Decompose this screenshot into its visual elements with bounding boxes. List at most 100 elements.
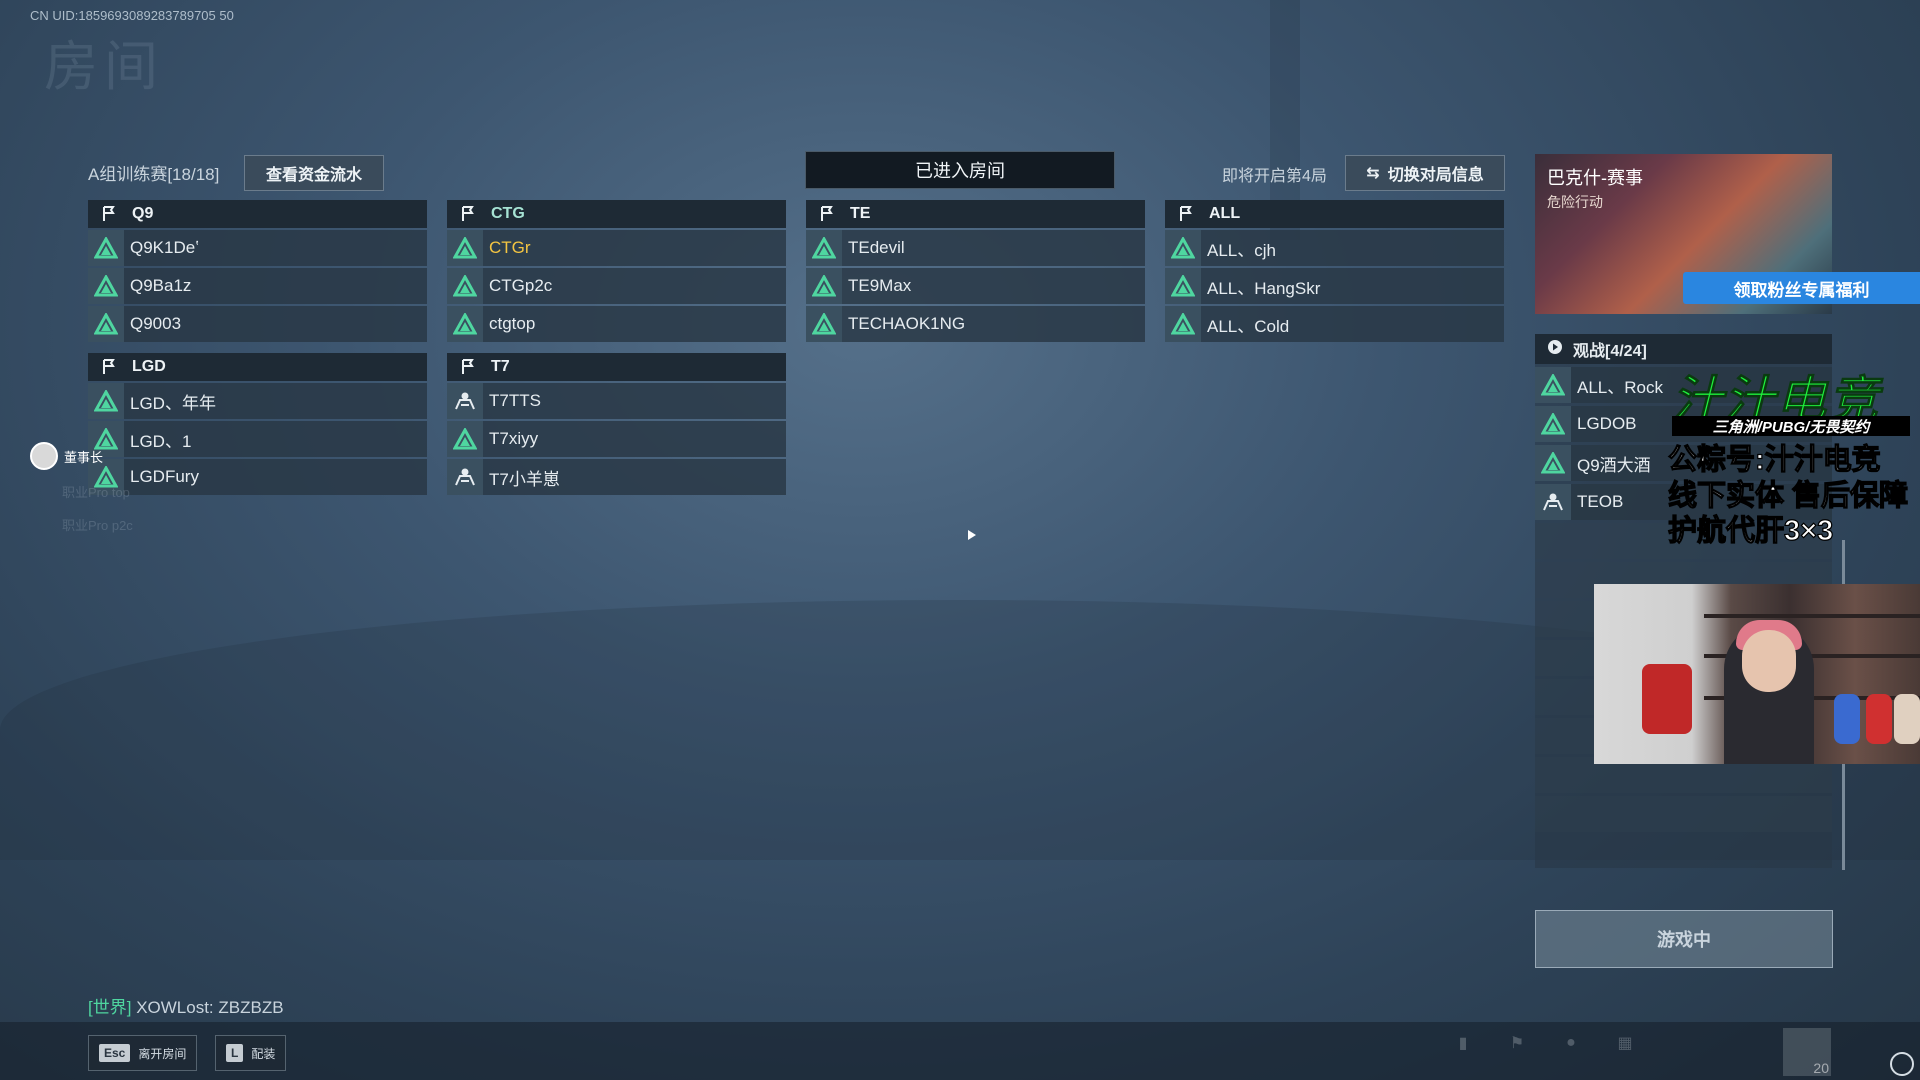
spectator-name: LGDOB [1577,414,1637,433]
team-name: LGD [132,358,166,375]
mouse-cursor [968,530,976,540]
player-name: TE9Max [848,276,912,295]
player-row[interactable]: Q9K1Deʽ [88,230,427,266]
rank-icon [447,230,483,266]
player-row[interactable]: ALL、HangSkr [1165,268,1504,304]
fan-benefit-button[interactable]: 领取粉丝专属福利 [1683,272,1920,304]
player-name: T7xiyy [489,429,539,448]
player-name: LGD、年年 [130,393,216,413]
team-q9: Q9 Q9K1Deʽ Q9Ba1z Q9003 [88,200,427,342]
player-row[interactable]: T7xiyy [447,421,786,457]
spectator-name: ALL、Rock [1577,377,1663,397]
rank-icon [1535,406,1571,442]
faint-room-title: 房间 [44,37,164,97]
figurine [1894,694,1920,744]
team-header: ALL [1165,200,1504,228]
player-name: CTGr [489,238,531,257]
rank-icon [1165,230,1201,266]
thumb-count: 20 [1813,1060,1829,1076]
settings-icon[interactable] [1890,1052,1914,1076]
player-row[interactable]: ALL、cjh [1165,230,1504,266]
player-name: LGD、1 [130,431,192,451]
rank-icon [447,421,483,457]
in-game-button[interactable]: 游戏中 [1535,910,1833,968]
team-name: TE [850,205,871,222]
team-lgd: LGD LGD、年年 LGD、1 LGDFury [88,353,427,495]
rank-icon [806,306,842,342]
uid-text: CN UID:1859693089283789705 50 [30,8,234,23]
rank-icon [806,230,842,266]
team-header: CTG [447,200,786,228]
rank-icon [88,306,124,342]
rank-icon [88,230,124,266]
host-name: 董事长 [64,449,104,465]
swap-icon: ⇆ [1366,165,1380,182]
team-header: TE [806,200,1145,228]
player-row[interactable]: TE9Max [806,268,1145,304]
player-row[interactable]: TEdevil [806,230,1145,266]
flag-icon [461,359,479,375]
stream-ad-line: 护航代肝3×3 [1667,514,1834,547]
rank-icon [88,268,124,304]
team-ctg: CTG CTGr CTGp2c ctgtop [447,200,786,342]
gamepad-icon [447,459,483,495]
hint-label: 配装 [251,1046,276,1061]
gamepad-icon [447,383,483,419]
player-name: ctgtop [489,314,536,333]
team-name: CTG [491,205,525,222]
loadout-hint[interactable]: L 配装 [215,1035,287,1071]
rank-icon [1165,306,1201,342]
player-row[interactable]: Q9Ba1z [88,268,427,304]
team-te: TE TEdevil TE9Max TECHAOK1NG [806,200,1145,342]
hint-label: 离开房间 [138,1046,187,1061]
promo-subtitle: 危险行动 [1547,194,1603,210]
player-row[interactable]: LGDFury [88,459,427,495]
leave-room-hint[interactable]: Esc 离开房间 [88,1035,198,1071]
player-row[interactable]: T7TTS [447,383,786,419]
team-name: T7 [491,358,510,375]
player-name: ALL、HangSkr [1207,278,1321,298]
spectator-name: Q9酒大酒 [1577,455,1651,475]
switch-match-info-label: 切换对局信息 [1387,167,1484,184]
rank-icon [1165,268,1201,304]
figurine [1834,694,1860,744]
player-row[interactable]: CTGp2c [447,268,786,304]
rank-icon [1535,367,1571,403]
shelf [1704,614,1920,618]
player-row[interactable]: T7小羊崽 [447,459,786,495]
team-all: ALL ALL、cjh ALL、HangSkr ALL、Cold [1165,200,1504,342]
player-name: LGDFury [130,467,199,486]
flag-icon: ⚑ [1509,1035,1525,1052]
player-name: TECHAOK1NG [848,314,966,333]
status-icons: ▮ ⚑ ● ▦ [1450,1030,1638,1056]
gamepad-icon [1535,484,1571,520]
ghost-row: 职业Pro top [62,485,130,500]
entered-room-banner: 已进入房间 [805,151,1115,189]
player-row[interactable]: TECHAOK1NG [806,306,1145,342]
stream-ad-sub: 三角洲/PUBG/无畏契约 [1672,416,1910,436]
map-thumbnail[interactable]: 20 [1783,1028,1831,1076]
team-header: Q9 [88,200,427,228]
chat-message: XOWLost: ZBZBZB [136,998,284,1017]
switch-match-info-button[interactable]: ⇆ 切换对局信息 [1345,155,1505,191]
team-name: Q9 [132,205,154,222]
person-icon: ● [1566,1034,1576,1051]
player-row[interactable]: Q9003 [88,306,427,342]
player-name: CTGp2c [489,276,553,295]
key-cap: Esc [99,1044,131,1062]
view-fund-flow-button[interactable]: 查看资金流水 [244,155,384,191]
player-row-self[interactable]: CTGr [447,230,786,266]
avatar [30,442,58,470]
player-name: Q9003 [130,314,182,333]
figurine [1866,694,1892,744]
player-row[interactable]: ctgtop [447,306,786,342]
player-row[interactable]: LGD、年年 [88,383,427,419]
rank-icon [447,268,483,304]
player-name: ALL、Cold [1207,316,1290,336]
player-row[interactable]: ALL、Cold [1165,306,1504,342]
key-cap: L [226,1044,244,1062]
player-name: T7小羊崽 [489,469,560,489]
player-row[interactable]: LGD、1 [88,421,427,457]
host-badge[interactable]: 董事长 [30,442,103,470]
chair [1642,664,1692,734]
